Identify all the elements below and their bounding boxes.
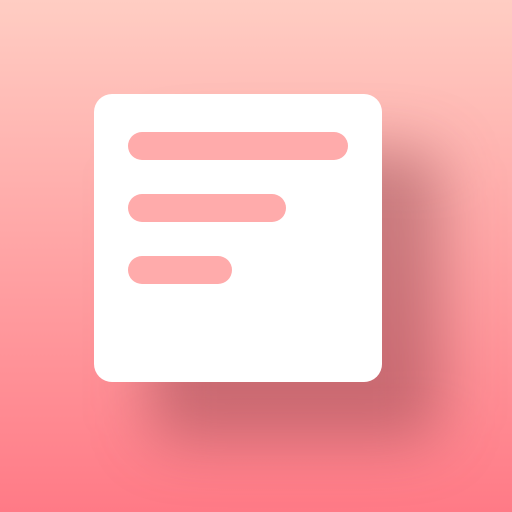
- notes-app-icon: [0, 0, 512, 512]
- text-line-medium: [128, 194, 286, 222]
- text-line-long: [128, 132, 348, 160]
- text-line-short: [128, 256, 232, 284]
- note-card: [94, 94, 382, 382]
